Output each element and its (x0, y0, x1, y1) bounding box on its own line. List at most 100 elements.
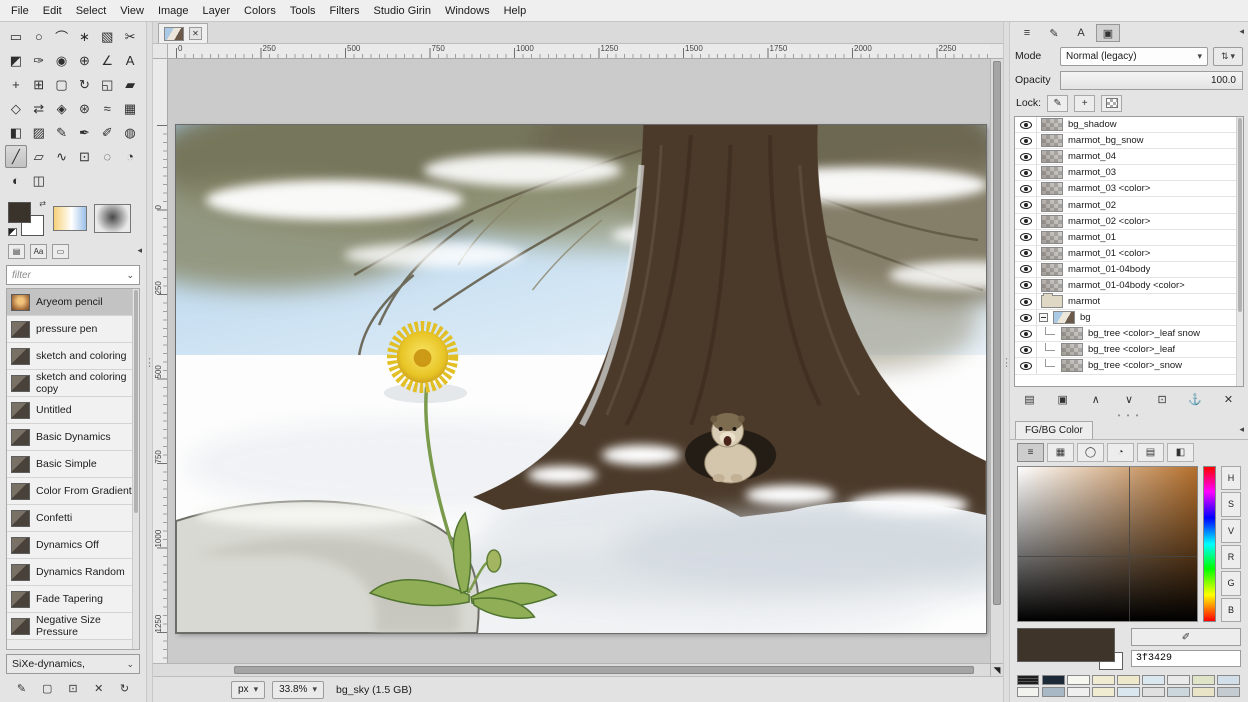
toolbox-toggle-icon[interactable]: ▭ (52, 244, 69, 259)
tool-button[interactable]: ✎ (51, 121, 73, 144)
zoom-select[interactable]: 33.8% ▾ (272, 681, 324, 699)
layer-visibility-toggle[interactable] (1015, 181, 1037, 196)
right-splitter[interactable]: ⋮ (1003, 22, 1010, 702)
canvas-viewport[interactable] (168, 59, 990, 663)
left-splitter[interactable]: ⋮ (146, 22, 153, 702)
close-image-icon[interactable]: ✕ (189, 27, 202, 40)
dynamics-toolbar-button[interactable]: ↻ (115, 680, 134, 697)
tool-button[interactable]: ╱ (5, 145, 27, 168)
color-selector-tab[interactable]: ≡ (1017, 443, 1044, 462)
fgbg-color-tab[interactable]: FG/BG Color (1015, 421, 1093, 439)
color-history-chip[interactable] (1042, 687, 1065, 697)
tool-button[interactable]: ∠ (96, 49, 118, 72)
menu-item[interactable]: Select (69, 3, 114, 19)
tool-button[interactable]: ◫ (28, 169, 50, 192)
tool-button[interactable]: ✐ (96, 121, 118, 144)
dynamics-toolbar-button[interactable]: ▢ (38, 680, 57, 697)
tool-button[interactable]: ∗ (74, 25, 96, 48)
collapse-panel-icon[interactable]: ◂ (1239, 424, 1244, 435)
tool-button[interactable]: ▧ (96, 25, 118, 48)
tool-button[interactable]: ◐ (5, 169, 27, 192)
layer-row[interactable]: marmot_03 (1015, 165, 1243, 181)
lock-alpha-button[interactable] (1101, 95, 1122, 112)
layer-row[interactable]: bg_tree <color>_leaf (1015, 342, 1243, 358)
tool-button[interactable]: ◉ (51, 49, 73, 72)
tool-button[interactable]: ⊞ (28, 73, 50, 96)
tool-button[interactable]: ✑ (28, 49, 50, 72)
color-selector-tab[interactable]: ◧ (1167, 443, 1194, 462)
color-history-chip[interactable] (1217, 687, 1240, 697)
tool-button[interactable]: ≈ (96, 97, 118, 120)
dynamics-list-item[interactable]: Color From Gradient (7, 478, 139, 505)
tool-button[interactable]: ▢ (51, 73, 73, 96)
active-brush-swatch[interactable] (94, 204, 131, 233)
tool-button[interactable]: ▰ (119, 73, 141, 96)
ruler-origin-corner[interactable] (153, 44, 168, 59)
dynamics-list-item[interactable]: Negative Size Pressure (7, 613, 139, 640)
color-history-chip[interactable] (1092, 687, 1115, 697)
dock-tab[interactable]: ▣ (1096, 24, 1120, 42)
tool-button[interactable]: ◇ (5, 97, 27, 120)
fg-bg-color-widget[interactable]: ⇄ (8, 200, 46, 236)
dock-tab[interactable]: ≡ (1015, 24, 1039, 42)
dynamics-list-item[interactable]: Dynamics Random (7, 559, 139, 586)
menu-item[interactable]: Layer (196, 3, 238, 19)
color-history-chip[interactable] (1117, 675, 1140, 685)
fg-bg-preview[interactable] (1017, 628, 1123, 670)
mode-switch-button[interactable]: ⇅ ▾ (1213, 47, 1243, 66)
color-selector-tab[interactable]: ▦ (1047, 443, 1074, 462)
channel-button[interactable]: G (1221, 571, 1241, 595)
color-history-chip[interactable] (1192, 687, 1215, 697)
color-history-chip[interactable] (1017, 687, 1039, 697)
layer-row[interactable]: marmot_01 <color> (1015, 246, 1243, 262)
tool-button[interactable]: ✂ (119, 25, 141, 48)
layer-row[interactable]: marmot_03 <color> (1015, 181, 1243, 197)
dynamics-toolbar-button[interactable]: ⊡ (64, 680, 83, 697)
layer-visibility-toggle[interactable] (1015, 149, 1037, 164)
channel-button[interactable]: V (1221, 519, 1241, 543)
menu-item[interactable]: Help (497, 3, 534, 19)
horizontal-scrollbar-thumb[interactable] (234, 666, 974, 674)
tool-button[interactable]: A (119, 49, 141, 72)
color-history-chip[interactable] (1117, 687, 1140, 697)
layer-visibility-toggle[interactable] (1015, 214, 1037, 229)
layer-row[interactable]: marmot_04 (1015, 149, 1243, 165)
dynamics-list-item[interactable]: Aryeom pencil (7, 289, 139, 316)
layer-toolbar-button[interactable]: ▤ (1020, 391, 1039, 408)
horizontal-scrollbar[interactable] (168, 663, 990, 676)
tool-button[interactable]: ▱ (28, 145, 50, 168)
dynamics-list-item[interactable]: sketch and coloring (7, 343, 139, 370)
tool-button[interactable]: ▨ (28, 121, 50, 144)
layer-toolbar-button[interactable]: ✕ (1219, 391, 1238, 408)
layer-visibility-toggle[interactable] (1015, 246, 1037, 261)
dynamics-toolbar-button[interactable]: ✕ (89, 680, 108, 697)
color-history-chip[interactable] (1017, 675, 1039, 685)
tool-button[interactable]: ▭ (5, 25, 27, 48)
layer-visibility-toggle[interactable] (1015, 358, 1037, 373)
color-history-chip[interactable] (1142, 687, 1165, 697)
tool-button[interactable]: ◱ (96, 73, 118, 96)
layer-row[interactable]: marmot_01-04body (1015, 262, 1243, 278)
layer-row[interactable]: marmot_01-04body <color> (1015, 278, 1243, 294)
dynamics-selector[interactable]: SiXe-dynamics, ⌄ (6, 654, 140, 674)
dock-tab[interactable]: A (1069, 24, 1093, 42)
dock-tab[interactable]: ✎ (1042, 24, 1066, 42)
tool-button[interactable]: ⊛ (74, 97, 96, 120)
dynamics-toolbar-button[interactable]: ✎ (12, 680, 31, 697)
layer-mode-select[interactable]: Normal (legacy) ▾ (1060, 47, 1208, 66)
tool-button[interactable]: ∿ (51, 145, 73, 168)
dynamics-list-item[interactable]: Untitled (7, 397, 139, 424)
dynamics-list-item[interactable]: Confetti (7, 505, 139, 532)
layer-visibility-toggle[interactable] (1015, 230, 1037, 245)
tool-button[interactable]: ◔ (119, 145, 141, 168)
reset-colors-icon[interactable] (8, 228, 17, 236)
tool-button[interactable]: + (5, 73, 27, 96)
dock-resize-handle[interactable]: • • • (1010, 411, 1248, 420)
tool-button[interactable]: ◌ (96, 145, 118, 168)
layer-visibility-toggle[interactable] (1015, 133, 1037, 148)
tool-button[interactable]: ⌒ (51, 25, 73, 48)
dynamics-list-item[interactable]: Dynamics Off (7, 532, 139, 559)
menu-item[interactable]: Filters (323, 3, 367, 19)
color-history-chip[interactable] (1042, 675, 1065, 685)
layer-row[interactable]: marmot_02 (1015, 197, 1243, 213)
